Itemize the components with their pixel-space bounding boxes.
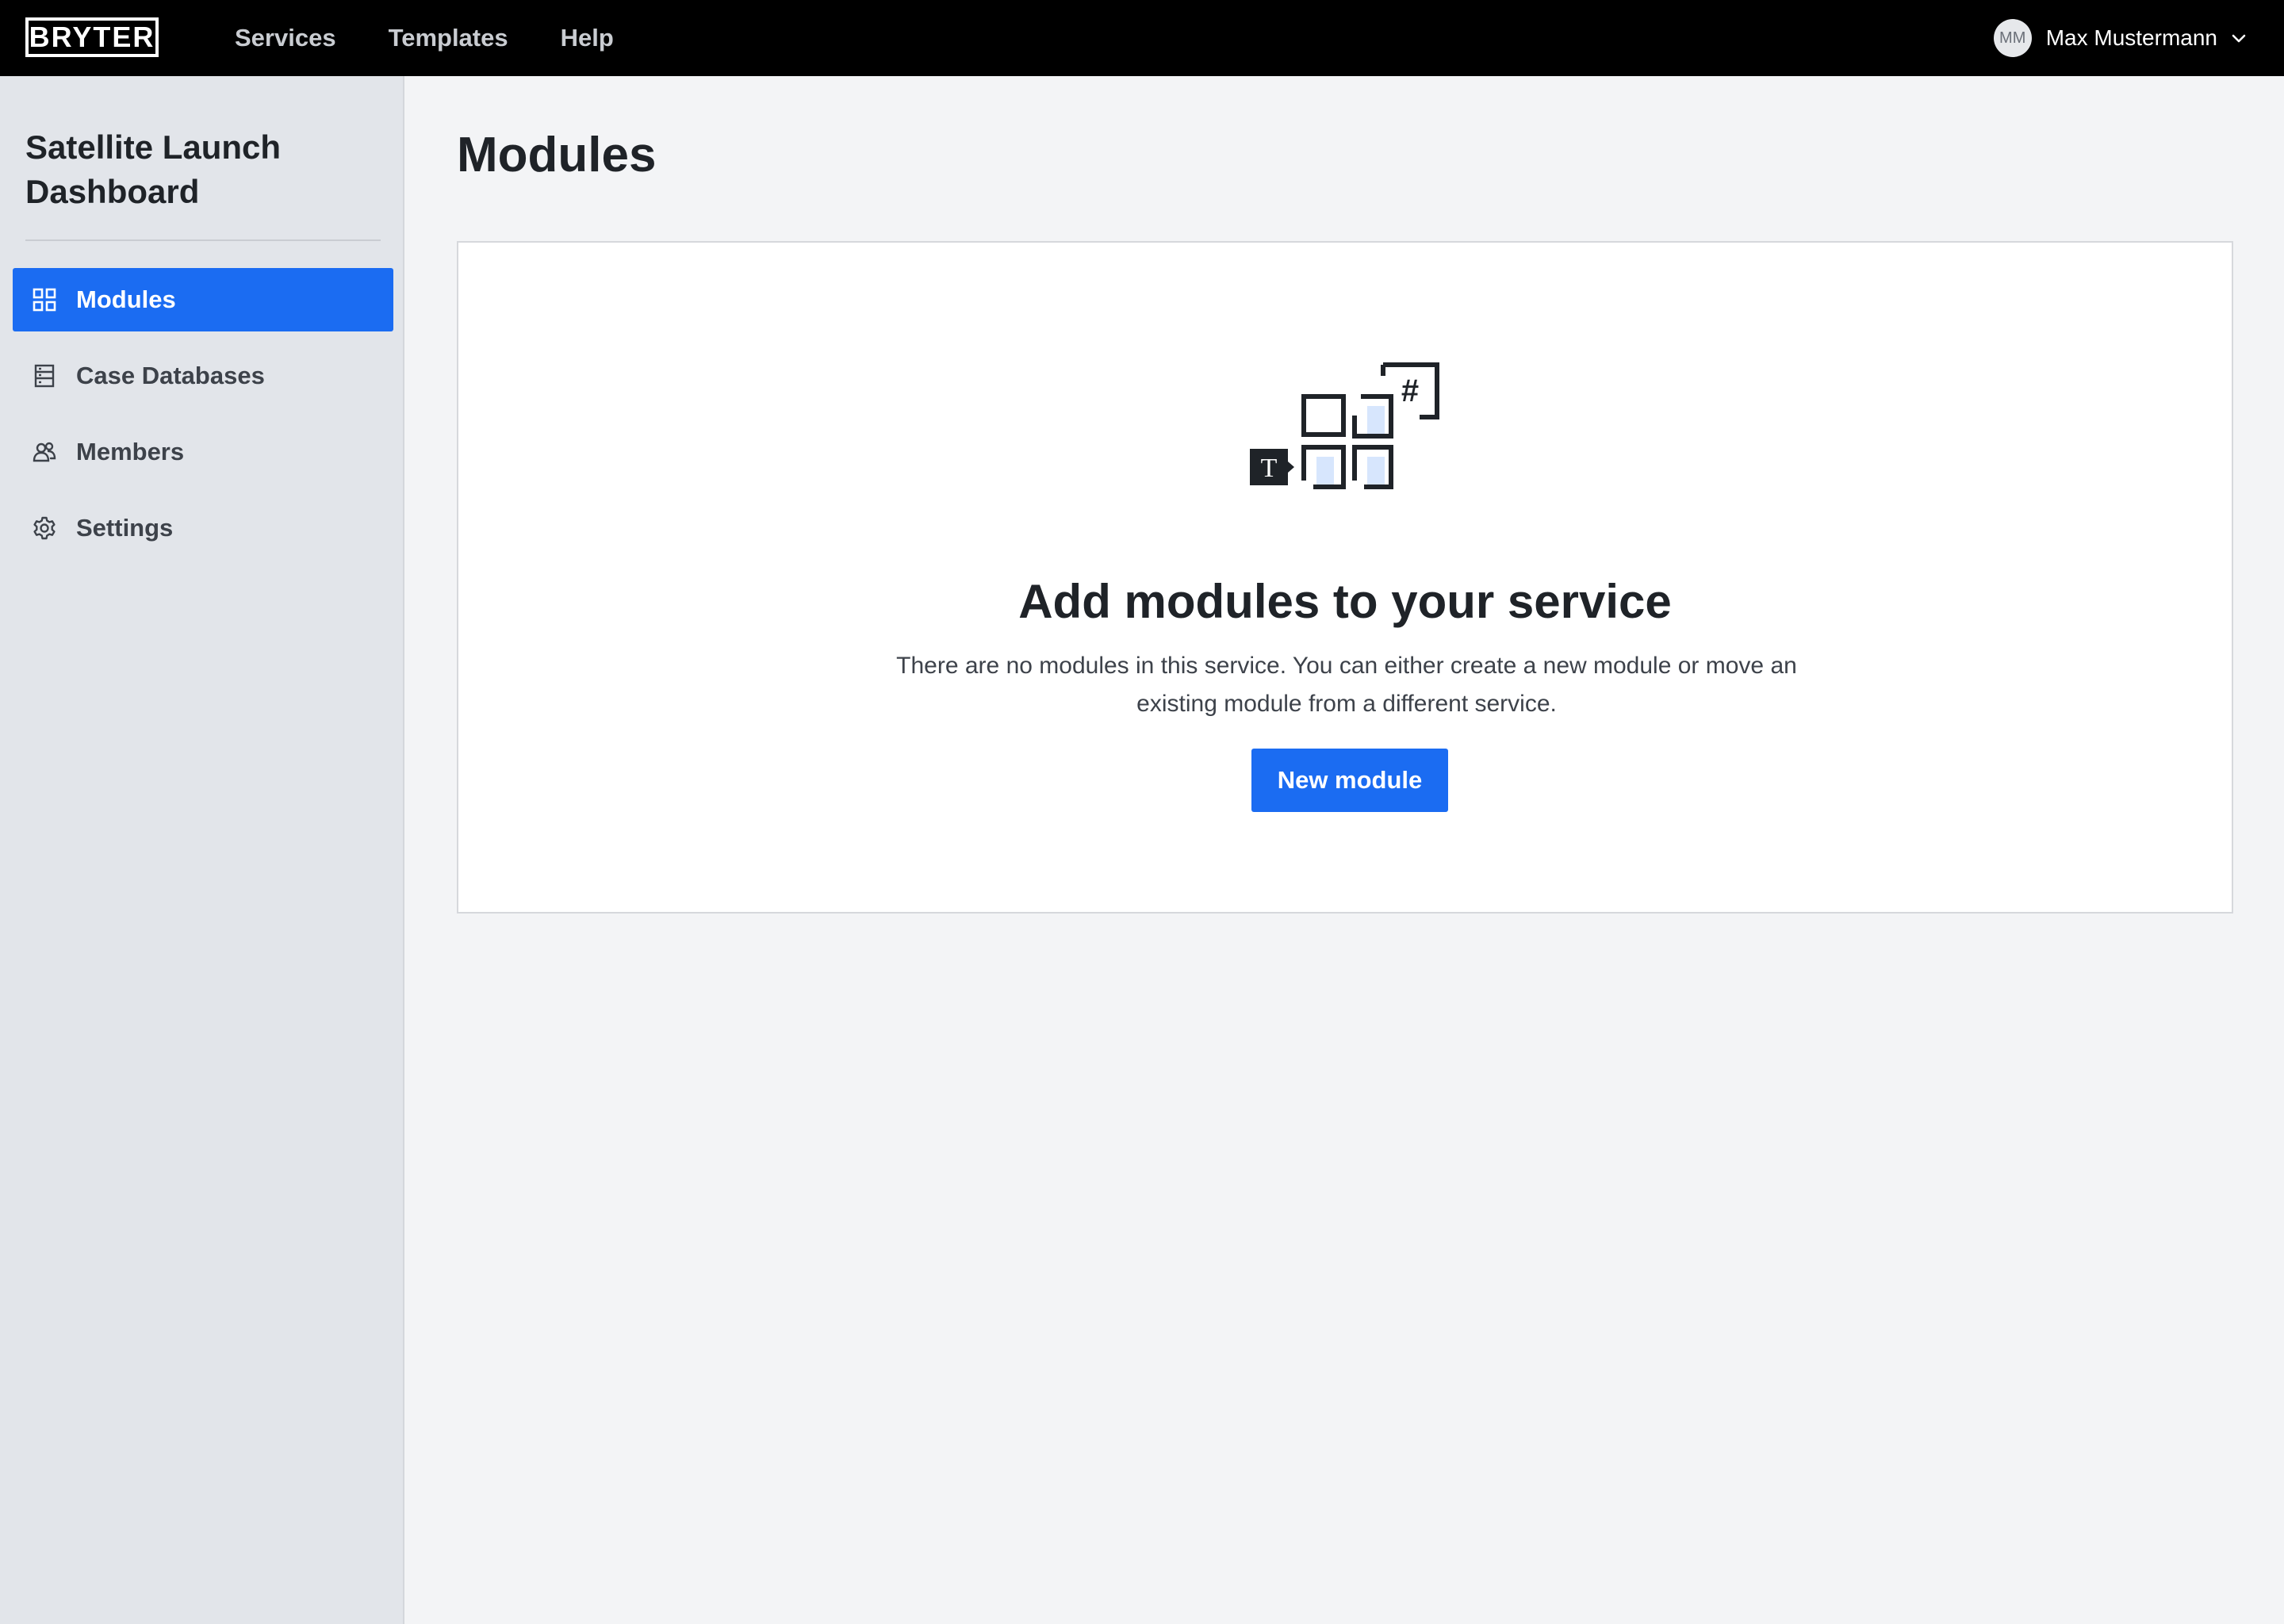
top-nav: Services Templates Help	[235, 0, 666, 76]
bryter-logo[interactable]: BRYTER	[25, 17, 159, 57]
gear-icon	[32, 515, 57, 541]
user-menu[interactable]: MM Max Mustermann	[1993, 0, 2248, 76]
empty-state-title: Add modules to your service	[1018, 575, 1672, 628]
top-bar: BRYTER Services Templates Help MM Max Mu…	[0, 0, 2284, 76]
sidebar-divider	[25, 239, 381, 241]
nav-templates[interactable]: Templates	[389, 24, 508, 52]
sidebar-item-label: Case Databases	[76, 362, 265, 389]
sidebar-item-label: Settings	[76, 514, 174, 542]
avatar: MM	[1993, 19, 2032, 57]
database-icon	[32, 363, 57, 389]
grid-icon	[32, 287, 57, 312]
empty-state-description: There are no modules in this service. Yo…	[896, 653, 1797, 717]
sidebar-item-settings[interactable]: Settings	[13, 496, 393, 560]
page-title: Modules	[457, 128, 657, 182]
empty-state-card: # T Add modules to your service There ar…	[457, 241, 2233, 914]
members-icon	[32, 439, 57, 465]
sidebar-item-label: Members	[76, 438, 185, 465]
sidebar-item-case-databases[interactable]: Case Databases	[13, 344, 393, 408]
sidebar-item-modules[interactable]: Modules	[13, 268, 393, 331]
sidebar-item-label: Modules	[76, 285, 176, 313]
service-title: Satellite Launch Dashboard	[25, 128, 282, 210]
sidebar: Satellite Launch Dashboard Modules Case …	[0, 76, 404, 1624]
text-glyph: T	[1261, 454, 1278, 483]
nav-services[interactable]: Services	[235, 24, 336, 52]
sidebar-item-members[interactable]: Members	[13, 420, 393, 484]
modules-illustration-icon: # T	[1250, 362, 1439, 489]
nav-help[interactable]: Help	[561, 24, 614, 52]
new-module-button[interactable]: New module	[1251, 749, 1448, 812]
user-name: Max Mustermann	[2045, 25, 2217, 50]
chevron-down-icon	[2230, 29, 2248, 47]
sidebar-nav: Modules Case Databases Members Settings	[13, 268, 393, 573]
hash-glyph: #	[1401, 373, 1419, 408]
